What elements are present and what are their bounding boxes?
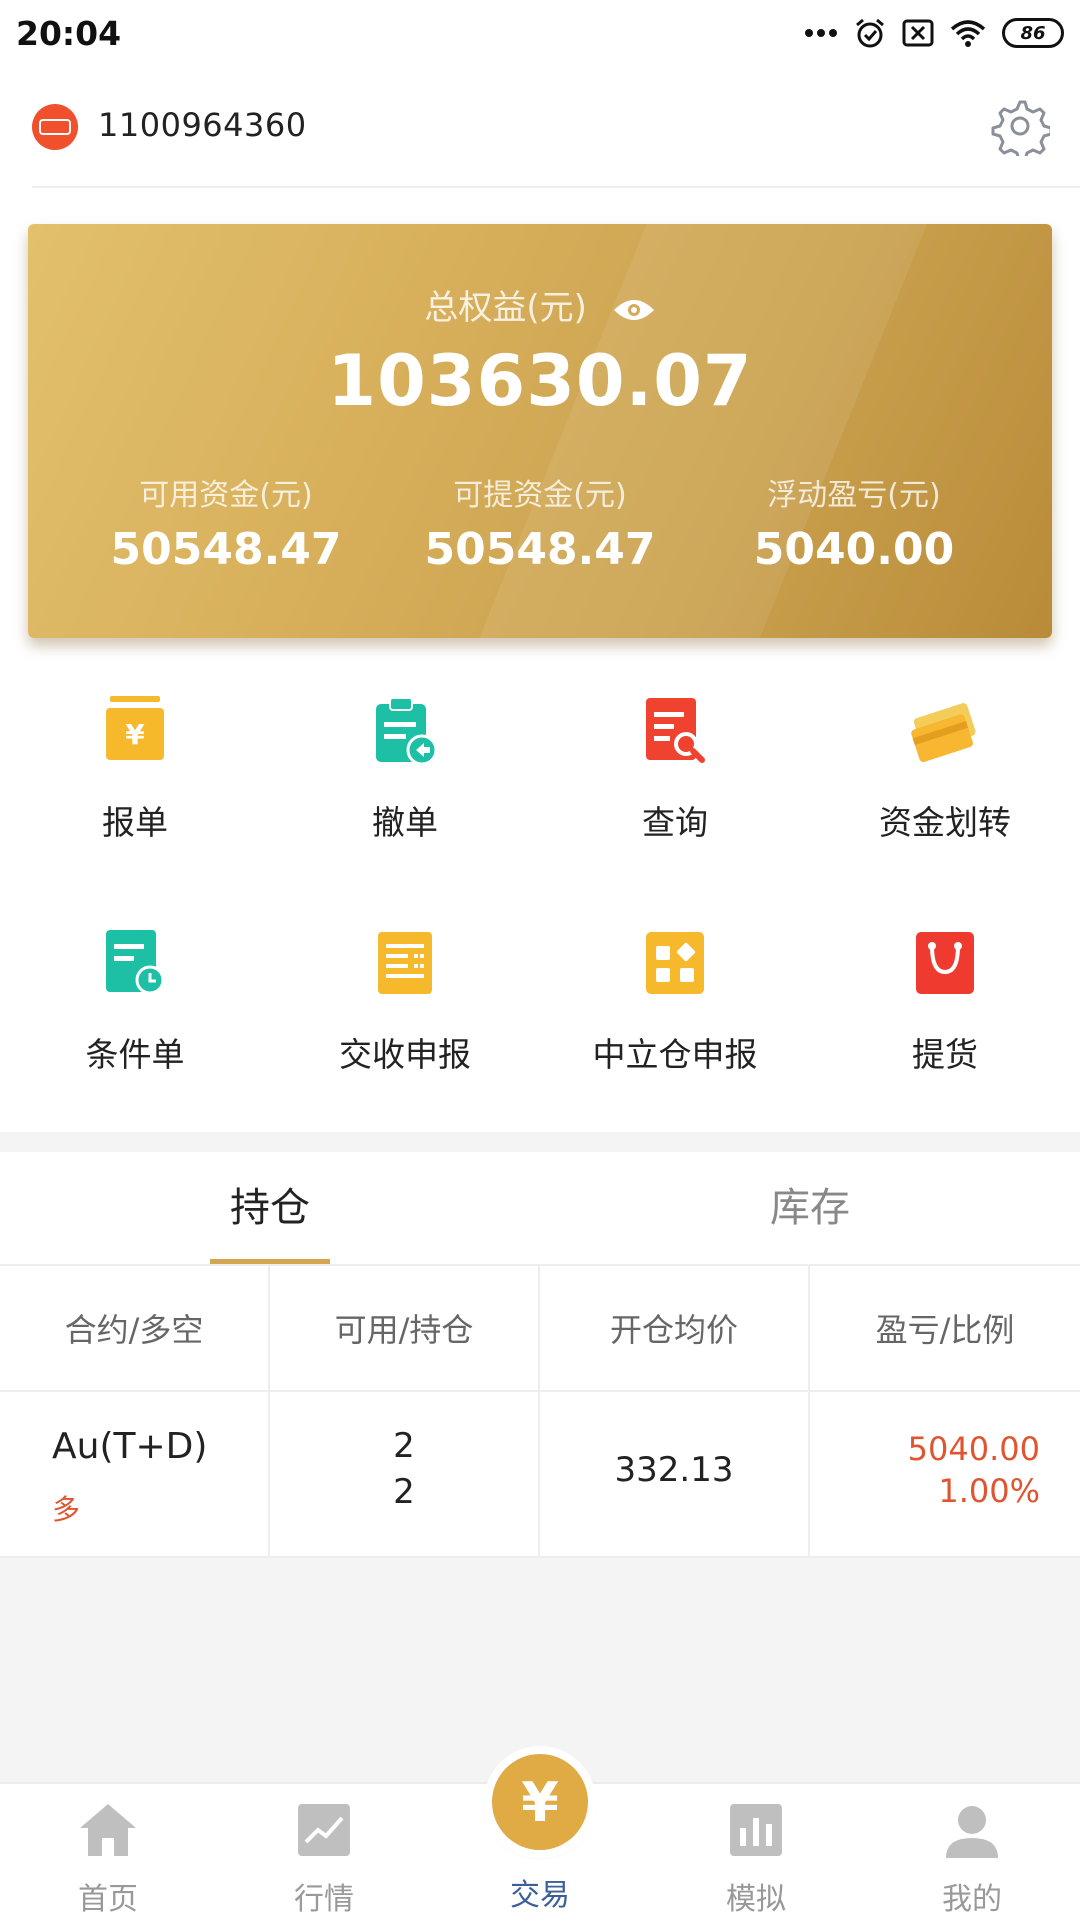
grid-item-label: 报单 (102, 803, 168, 842)
more-dots-icon (805, 29, 837, 37)
sim-x-icon (902, 19, 934, 47)
nav-simulate[interactable]: 模拟 (648, 1784, 864, 1922)
tab-inventory[interactable]: 库存 (540, 1152, 1080, 1264)
trend-chart-icon (298, 1804, 350, 1856)
battery-icon: 86 (1002, 18, 1064, 48)
broker-logo-icon (32, 104, 78, 150)
home-icon (80, 1804, 136, 1856)
gear-icon[interactable] (990, 96, 1050, 156)
floating-pnl-value: 5040.00 (753, 524, 955, 575)
withdrawable-funds-value: 50548.47 (424, 524, 656, 575)
nav-label: 我的 (942, 1882, 1002, 1917)
condition-clock-icon (106, 930, 165, 995)
grid-item-label: 撤单 (372, 803, 438, 842)
grid-item-query[interactable]: 查询 (540, 668, 810, 858)
pickup-bag-icon (916, 932, 974, 994)
nav-label: 模拟 (726, 1882, 786, 1917)
grid-item-cancel[interactable]: 撤单 (270, 668, 540, 858)
account-id[interactable]: 1100964360 (98, 106, 307, 144)
grid-item-transfer[interactable]: 资金划转 (810, 668, 1080, 858)
nav-label: 行情 (294, 1882, 354, 1917)
active-tab-indicator (210, 1259, 330, 1264)
withdrawable-funds: 可提资金(元) 50548.47 (370, 470, 710, 575)
query-doc-icon (646, 698, 705, 763)
equity-card: 总权益(元) 103630.07 可用资金(元) 50548.47 可提资金(元… (28, 224, 1052, 638)
available-funds-label: 可用资金(元) (139, 478, 313, 513)
available-funds-value: 50548.47 (110, 524, 342, 575)
floating-pnl-label: 浮动盈亏(元) (767, 478, 941, 513)
function-grid: ¥ 报单 撤单 查询 资金划转 条件单 交收申报 中立仓申报 提货 (0, 668, 1080, 1132)
position-qty: 2 (393, 1472, 415, 1512)
tab-positions[interactable]: 持仓 (0, 1152, 540, 1264)
grid-item-condition[interactable]: 条件单 (0, 900, 270, 1090)
contract-symbol: Au(T+D) (52, 1426, 208, 1467)
withdrawable-funds-label: 可提资金(元) (453, 478, 627, 513)
cards-transfer-icon (911, 703, 976, 763)
cancel-clipboard-icon (376, 697, 438, 766)
pnl-value: 5040.00 (907, 1430, 1040, 1468)
column-header-available: 可用/持仓 (270, 1266, 540, 1390)
table-header: 合约/多空 可用/持仓 开仓均价 盈亏/比例 (0, 1266, 1080, 1392)
grid-item-label: 提货 (912, 1035, 978, 1074)
grid-item-label: 资金划转 (879, 803, 1011, 842)
wifi-icon (950, 20, 986, 47)
status-time: 20:04 (16, 13, 122, 53)
svg-text:¥: ¥ (125, 718, 145, 751)
avg-price: 332.13 (614, 1450, 734, 1490)
nav-trade[interactable]: ¥ 交易 (432, 1754, 648, 1922)
battery-level: 86 (1020, 22, 1046, 44)
eye-icon[interactable] (612, 296, 656, 324)
delivery-list-icon (378, 932, 432, 994)
status-bar: 20:04 86 (0, 0, 1080, 66)
total-equity-label-row: 总权益(元) (28, 280, 1052, 329)
bar-chart-icon (730, 1804, 782, 1856)
contract-direction: 多 (52, 1493, 81, 1526)
cell-avg-price: 332.13 (540, 1392, 810, 1556)
available-qty: 2 (393, 1426, 415, 1466)
pnl-ratio: 1.00% (938, 1472, 1040, 1510)
position-tabs: 持仓 库存 (0, 1152, 1080, 1266)
user-icon (946, 1806, 998, 1858)
cell-available: 2 2 (270, 1392, 540, 1556)
status-icons: 86 (804, 17, 1064, 49)
grid-item-label: 交收申报 (339, 1035, 471, 1074)
positions-table: 合约/多空 可用/持仓 开仓均价 盈亏/比例 Au(T+D) 多 2 2 332… (0, 1266, 1080, 1558)
table-row[interactable]: Au(T+D) 多 2 2 332.13 5040.00 1.00% (0, 1392, 1080, 1558)
yen-coin-icon: ¥ (492, 1754, 588, 1850)
grid-item-order[interactable]: ¥ 报单 (0, 668, 270, 858)
grid-item-neutral[interactable]: 中立仓申报 (540, 900, 810, 1090)
nav-market[interactable]: 行情 (216, 1784, 432, 1922)
summary-section: 总权益(元) 103630.07 可用资金(元) 50548.47 可提资金(元… (0, 188, 1080, 668)
grid-item-label: 条件单 (85, 1035, 185, 1074)
nav-home[interactable]: 首页 (0, 1784, 216, 1922)
neutral-grid-icon (646, 932, 704, 994)
total-equity-value: 103630.07 (327, 340, 753, 422)
order-yen-icon: ¥ (106, 696, 164, 760)
total-equity-label: 总权益(元) (424, 288, 587, 328)
column-header-avg-price: 开仓均价 (540, 1266, 810, 1390)
bottom-tab-bar: 首页 行情 ¥ 交易 模拟 我的 (0, 1754, 1080, 1922)
column-header-contract: 合约/多空 (0, 1266, 270, 1390)
alarm-icon (856, 18, 884, 48)
floating-pnl: 浮动盈亏(元) 5040.00 (684, 470, 1024, 575)
nav-label: 交易 (510, 1878, 570, 1913)
account-header: 1100964360 (0, 66, 1080, 188)
available-funds: 可用资金(元) 50548.47 (56, 470, 396, 575)
cell-contract: Au(T+D) 多 (0, 1392, 270, 1556)
grid-item-label: 中立仓申报 (592, 1035, 758, 1074)
grid-item-label: 查询 (642, 803, 708, 842)
column-header-pnl: 盈亏/比例 (875, 1311, 1015, 1349)
cell-pnl: 5040.00 1.00% (810, 1392, 1080, 1556)
nav-mine[interactable]: 我的 (864, 1784, 1080, 1922)
nav-label: 首页 (78, 1882, 138, 1917)
grid-item-delivery[interactable]: 交收申报 (270, 900, 540, 1090)
grid-item-pickup[interactable]: 提货 (810, 900, 1080, 1090)
